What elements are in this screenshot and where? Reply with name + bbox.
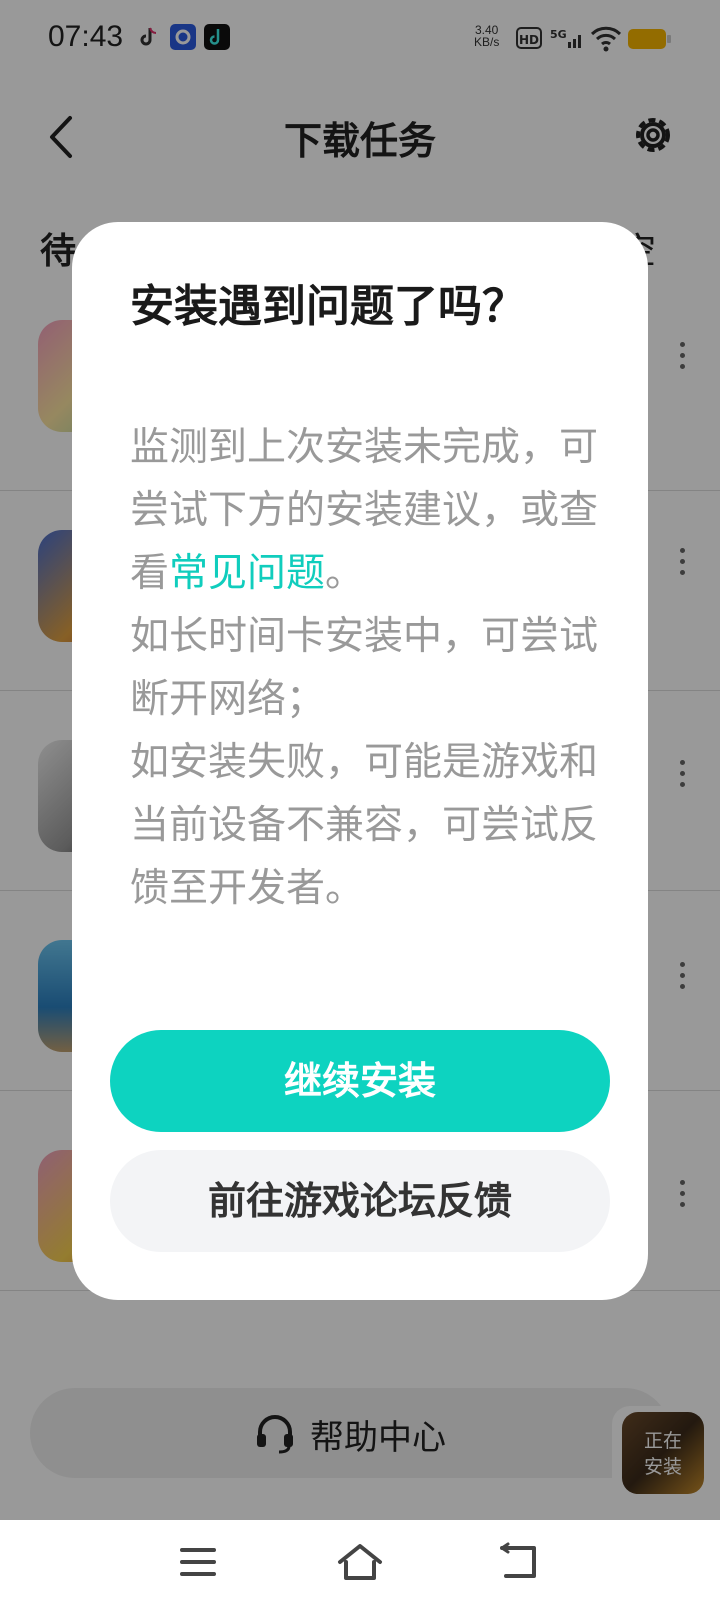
forum-feedback-button[interactable]: 前往游戏论坛反馈 [110,1150,610,1252]
continue-install-button[interactable]: 继续安装 [110,1030,610,1132]
back-nav-icon[interactable] [498,1542,542,1582]
install-problem-dialog: 安装遇到问题了吗？ 监测到上次安装未完成，可尝试下方的安装建议，或查看常见问题。… [72,222,648,1300]
home-icon[interactable] [336,1540,384,1584]
dialog-title: 安装遇到问题了吗？ [130,281,526,332]
dialog-body: 监测到上次安装未完成，可尝试下方的安装建议，或查看常见问题。 如长时间卡安装中，… [130,425,599,911]
system-nav-bar [0,1520,720,1605]
download-tasks-page: 07:43 3.40 KB/s HD 5G 下载任务 待 帮助中心 正在 安装 … [0,0,720,1605]
menu-icon[interactable] [178,1542,218,1582]
faq-link[interactable]: 常见问题 [169,551,325,596]
